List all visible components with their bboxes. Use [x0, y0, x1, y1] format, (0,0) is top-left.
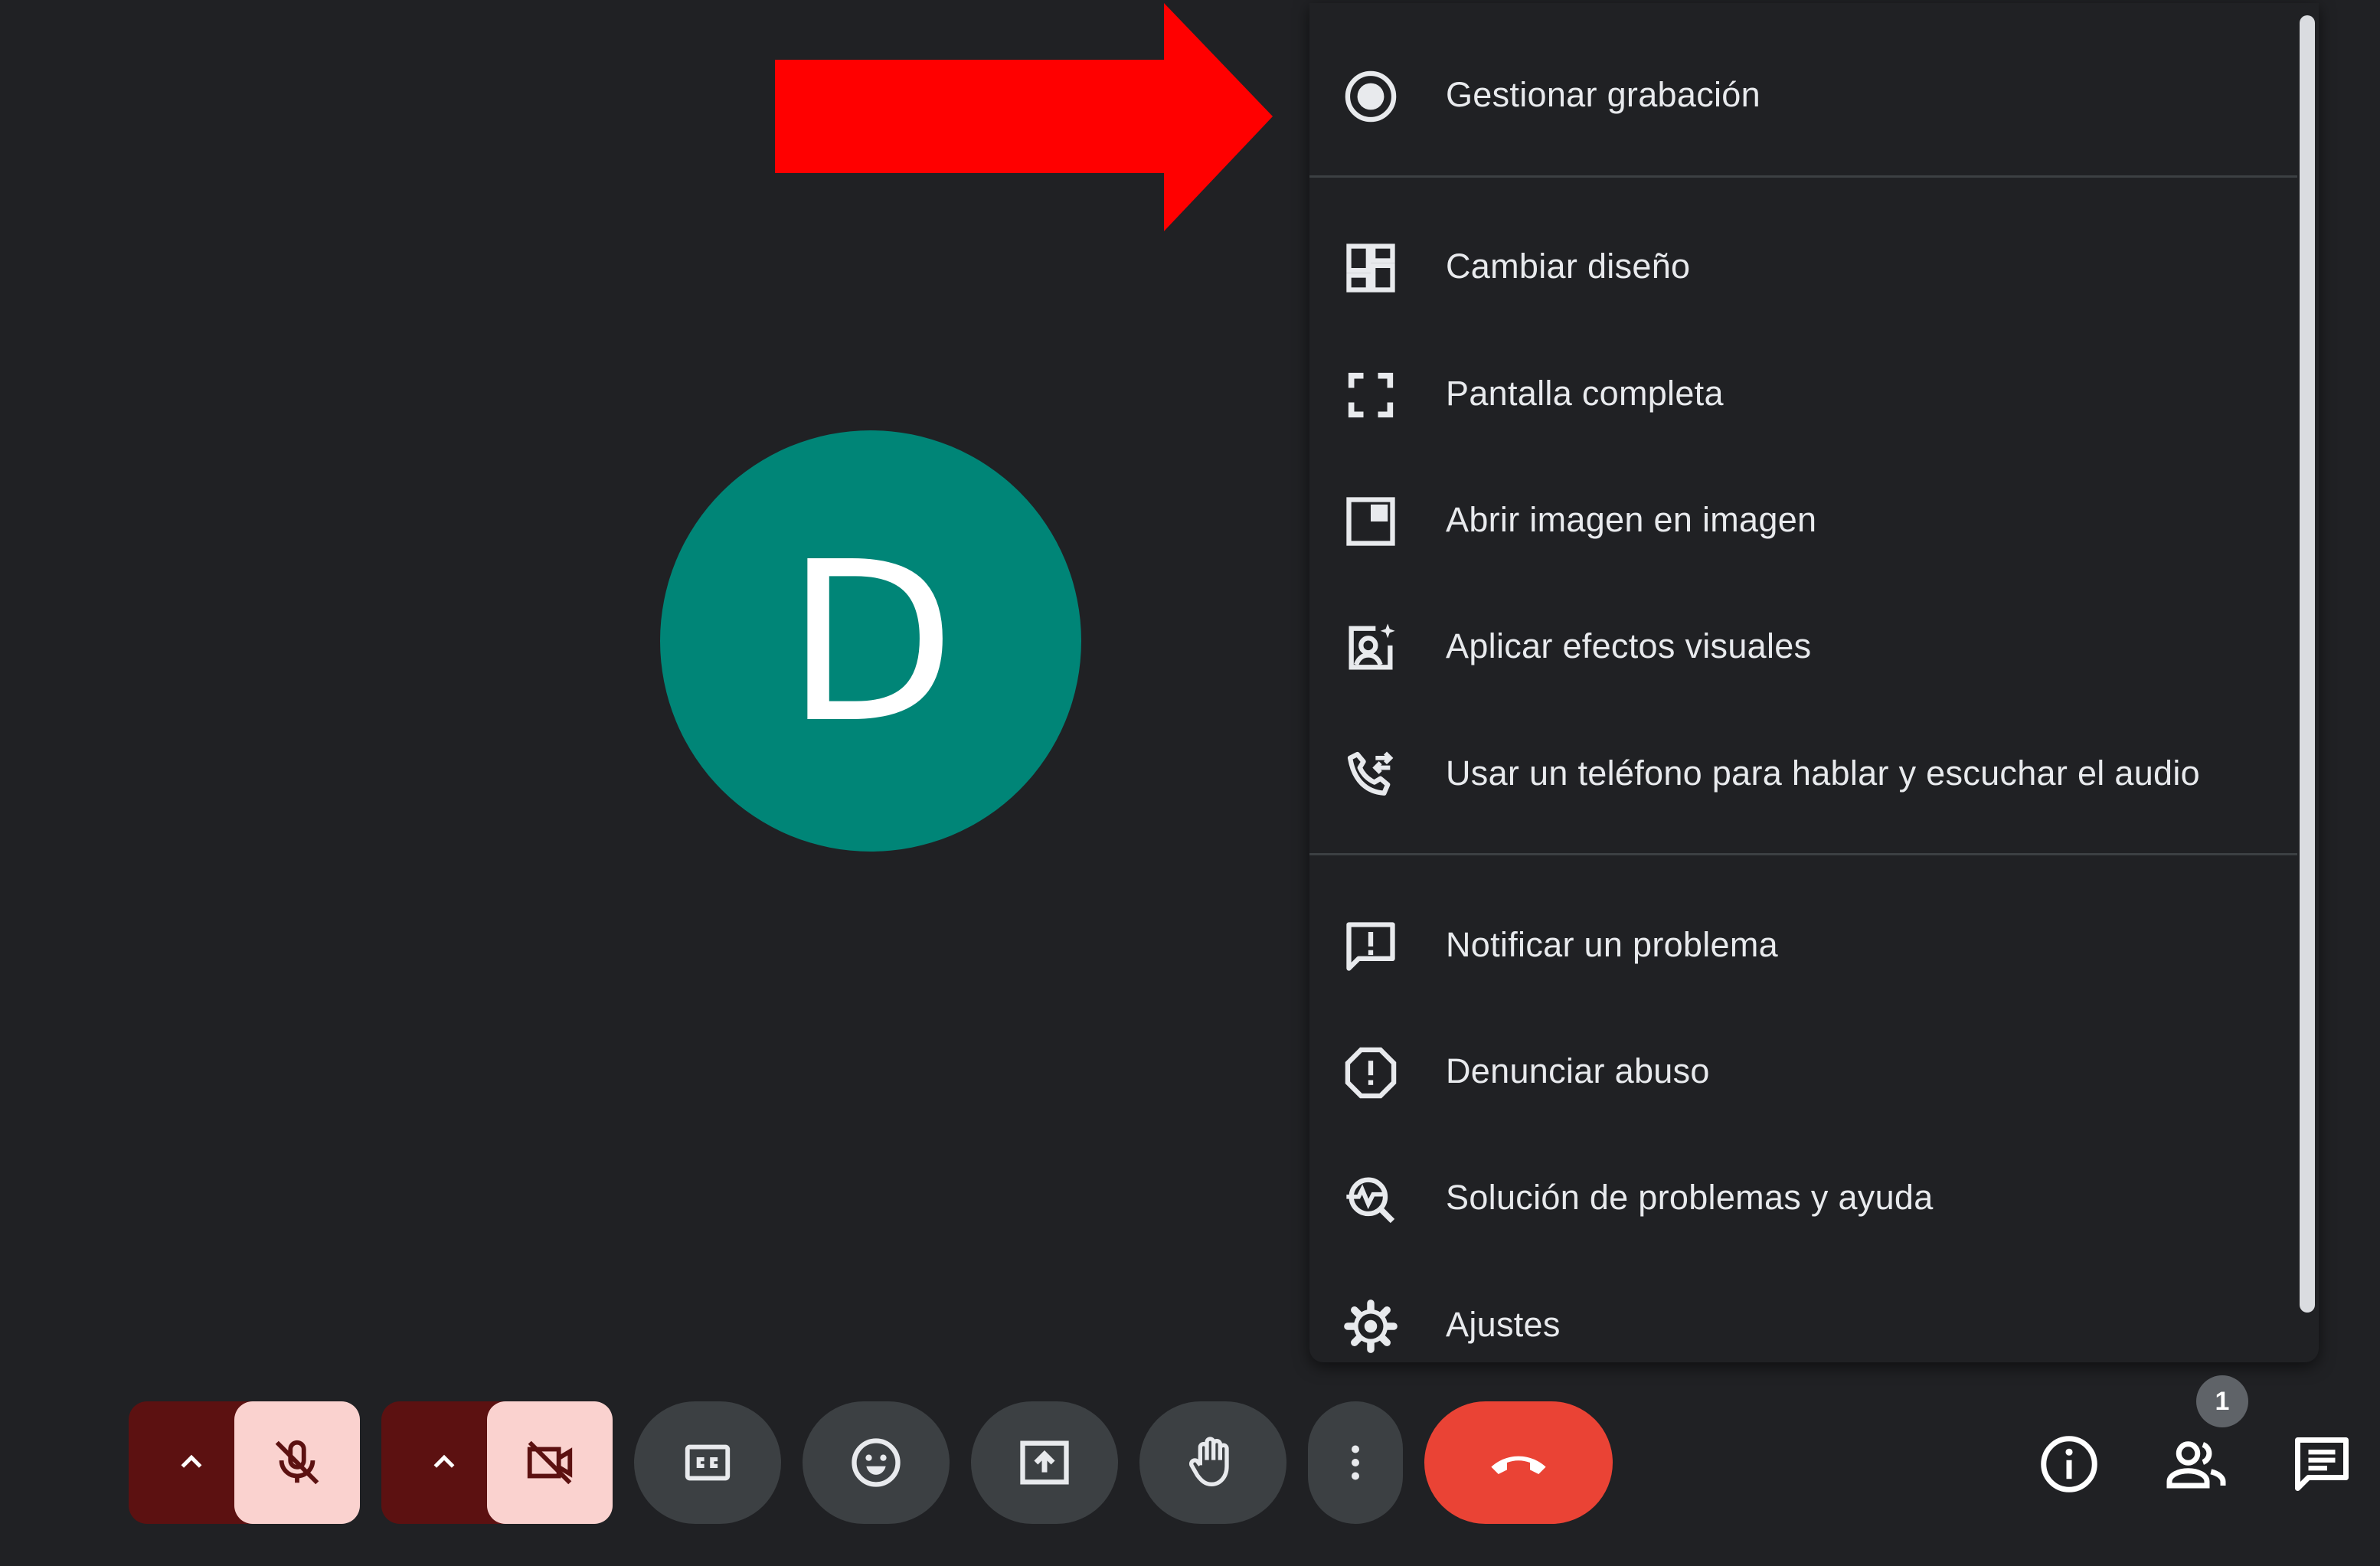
present-screen-icon [1020, 1440, 1069, 1485]
menu-item-fullscreen[interactable]: Pantalla completa [1309, 332, 2297, 455]
reactions-button[interactable] [803, 1401, 950, 1524]
menu-item-label: Usar un teléfono para hablar y escuchar … [1446, 754, 2200, 793]
end-call-button[interactable] [1424, 1401, 1613, 1524]
captions-button[interactable] [634, 1401, 781, 1524]
more-options-button[interactable] [1308, 1401, 1403, 1524]
menu-item-report-problem[interactable]: Notificar un problema [1309, 884, 2297, 1006]
menu-item-report-abuse[interactable]: Denunciar abuso [1309, 1010, 2297, 1133]
meeting-info-icon[interactable] [2037, 1432, 2101, 1496]
menu-divider [1309, 175, 2297, 178]
menu-item-label: Denunciar abuso [1446, 1051, 1710, 1090]
chevron-up-icon [181, 1454, 202, 1468]
fullscreen-icon [1342, 366, 1400, 424]
feedback-icon [1342, 917, 1400, 976]
participants-count-badge: 1 [2196, 1375, 2248, 1427]
menu-item-manage-recording[interactable]: Gestionar grabación [1309, 34, 2297, 156]
camera-off-icon [527, 1440, 573, 1485]
menu-item-label: Gestionar grabación [1446, 75, 1760, 114]
settings-icon [1342, 1297, 1400, 1355]
captions-icon [685, 1444, 731, 1481]
layout-icon [1342, 239, 1400, 297]
red-arrow-icon [775, 3, 1273, 231]
more-vertical-icon [1352, 1445, 1359, 1480]
troubleshoot-icon [1342, 1170, 1400, 1228]
menu-item-label: Cambiar diseño [1446, 247, 1691, 286]
hand-icon [1189, 1437, 1229, 1486]
avatar-initial: D [786, 515, 956, 771]
record-icon [1342, 67, 1400, 126]
end-call-icon [1491, 1456, 1546, 1474]
visual-effects-icon [1342, 619, 1400, 677]
more-options-menu: Gestionar grabación Cambiar diseño Panta… [1309, 3, 2319, 1362]
menu-divider [1309, 853, 2297, 855]
picture-in-picture-icon [1342, 492, 1400, 551]
participant-avatar: D [660, 430, 1081, 852]
chevron-up-icon [433, 1454, 455, 1468]
menu-item-label: Solución de problemas y ayuda [1446, 1178, 1934, 1217]
menu-item-label: Notificar un problema [1446, 925, 1778, 964]
people-icon[interactable] [2164, 1432, 2228, 1496]
menu-item-change-layout[interactable]: Cambiar diseño [1309, 205, 2297, 328]
menu-item-label: Abrir imagen en imagen [1446, 500, 1817, 539]
menu-item-visual-effects[interactable]: Aplicar efectos visuales [1309, 585, 2297, 708]
menu-item-troubleshooting-help[interactable]: Solución de problemas y ayuda [1309, 1136, 2297, 1259]
menu-item-label: Aplicar efectos visuales [1446, 626, 1812, 665]
phone-forward-icon [1342, 746, 1400, 804]
emoji-icon [852, 1438, 901, 1487]
menu-item-use-phone-audio[interactable]: Usar un teléfono para hablar y escuchar … [1309, 712, 2297, 835]
menu-scrollbar[interactable] [2300, 15, 2315, 1313]
report-icon [1342, 1044, 1400, 1102]
chat-icon[interactable] [2290, 1432, 2354, 1496]
microphone-toggle-button[interactable] [234, 1401, 360, 1524]
menu-item-label: Ajustes [1446, 1305, 1561, 1344]
raise-hand-button[interactable] [1139, 1401, 1286, 1524]
present-screen-button[interactable] [971, 1401, 1118, 1524]
menu-item-settings[interactable]: Ajustes [1309, 1264, 2297, 1386]
microphone-off-icon [275, 1440, 319, 1485]
camera-toggle-button[interactable] [487, 1401, 613, 1524]
menu-item-label: Pantalla completa [1446, 374, 1724, 413]
menu-item-picture-in-picture[interactable]: Abrir imagen en imagen [1309, 459, 2297, 581]
